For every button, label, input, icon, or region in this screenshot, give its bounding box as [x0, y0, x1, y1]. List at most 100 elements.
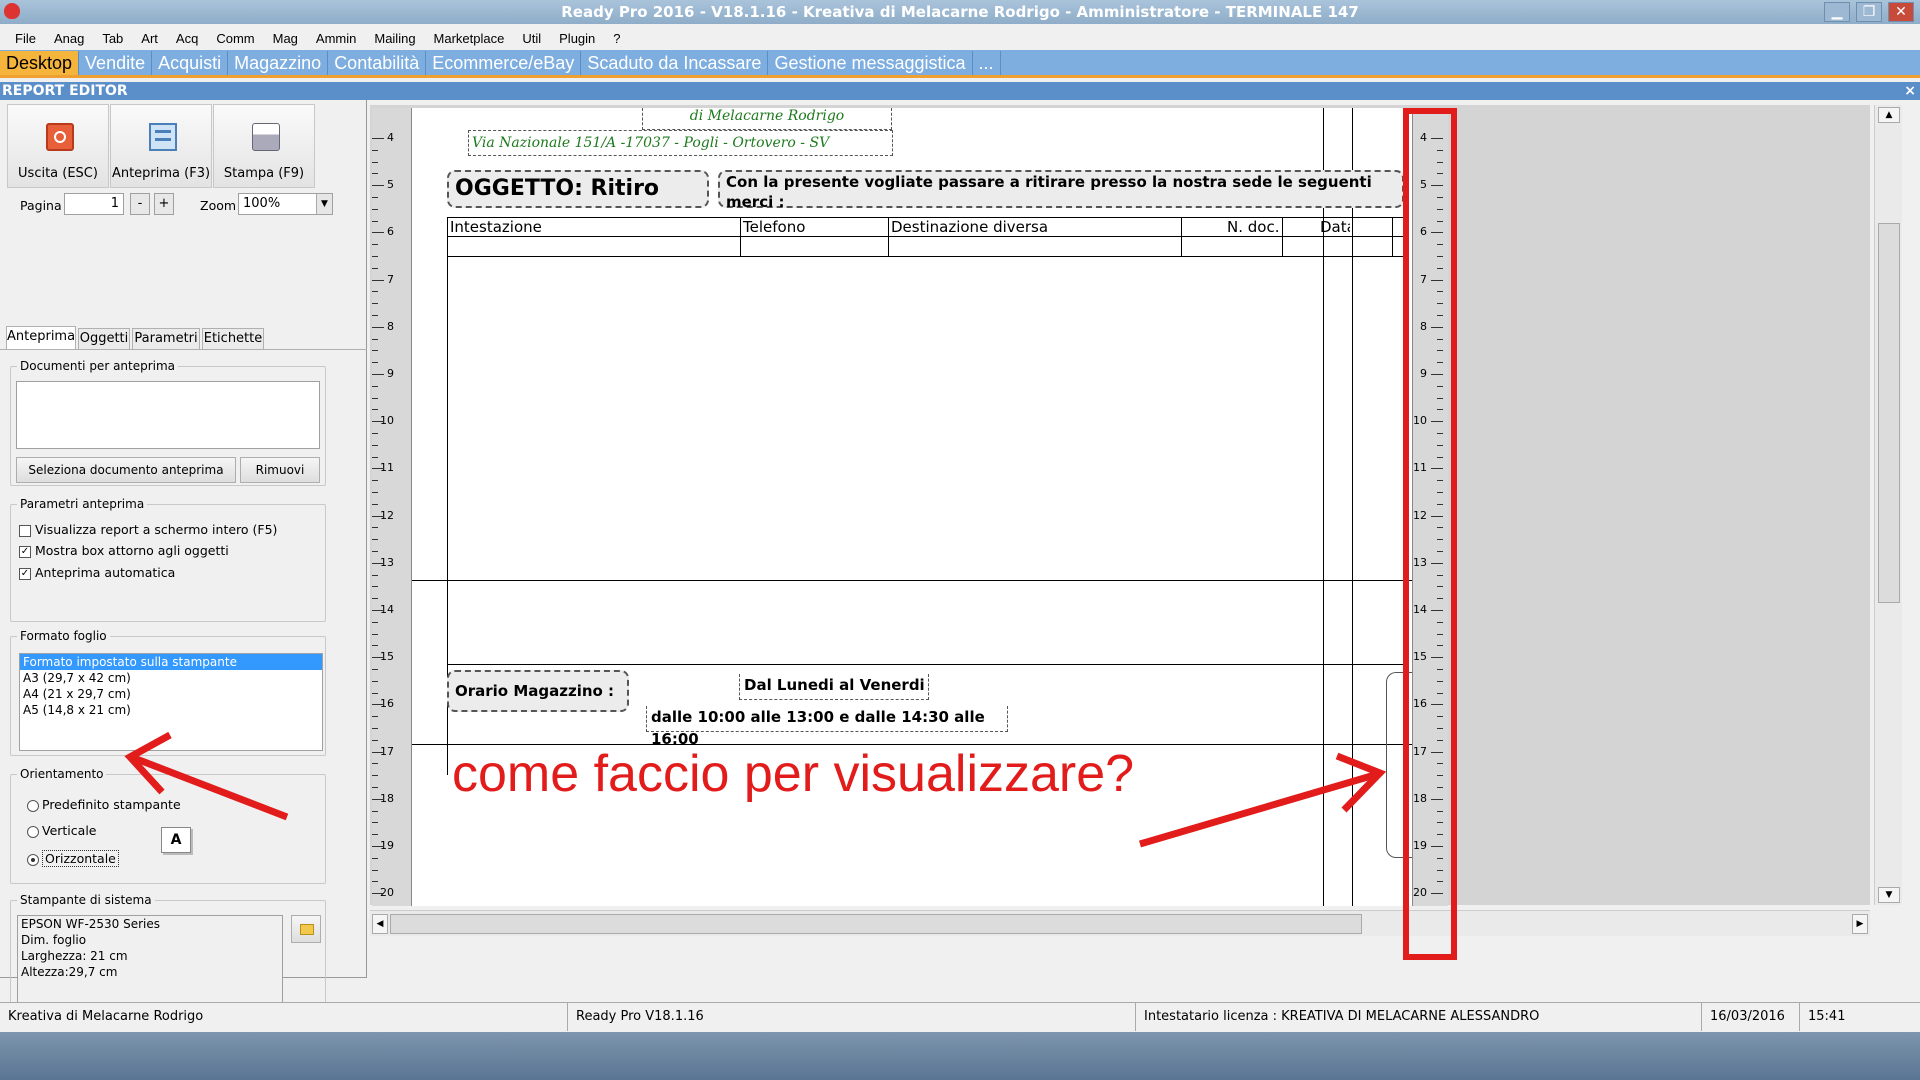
- menu-acq[interactable]: Acq: [167, 31, 207, 46]
- menu-marketplace[interactable]: Marketplace: [425, 31, 514, 46]
- radio-horizontal[interactable]: Orizzontale: [27, 850, 119, 867]
- zoom-select[interactable]: 100% ▼: [238, 193, 333, 215]
- scroll-left-icon[interactable]: ◀: [372, 914, 388, 934]
- days-box[interactable]: Dal Lunedi al Venerdi: [739, 674, 929, 700]
- status-license: Intestatario licenza : KREATIVA DI MELAC…: [1136, 1003, 1702, 1031]
- menu-mailing[interactable]: Mailing: [365, 31, 424, 46]
- col-destinazione[interactable]: Destinazione diversa: [891, 218, 1048, 236]
- ruler-tick: [372, 303, 378, 305]
- ruler-tick: [372, 503, 378, 505]
- checkbox[interactable]: [19, 524, 31, 537]
- ruler-tick: [372, 846, 384, 847]
- pagina-minus-button[interactable]: -: [130, 193, 150, 215]
- ruler-tick: [372, 374, 384, 375]
- opt-show-box[interactable]: ✓ Mostra box attorno agli oggetti: [19, 543, 229, 558]
- intro-text-box[interactable]: Con la presente vogliate passare a ritir…: [718, 170, 1404, 211]
- tab-magazzino[interactable]: Magazzino: [228, 51, 329, 75]
- format-list[interactable]: Formato impostato sulla stampante A3 (29…: [19, 653, 323, 751]
- ruler-tick: [372, 138, 384, 139]
- checkbox-checked[interactable]: ✓: [19, 567, 31, 580]
- radio[interactable]: [27, 825, 39, 838]
- radio-selected[interactable]: [27, 853, 39, 866]
- ruler-tick: [372, 539, 378, 541]
- ruler-tick: [372, 256, 378, 257]
- menu-mag[interactable]: Mag: [264, 31, 307, 46]
- menu-comm[interactable]: Comm: [207, 31, 263, 46]
- menu-anag[interactable]: Anag: [45, 31, 93, 46]
- format-item[interactable]: A5 (14,8 x 21 cm): [20, 702, 322, 718]
- ruler-tick: [372, 161, 378, 163]
- restore-button[interactable]: ❐: [1856, 2, 1882, 22]
- orario-label-box[interactable]: Orario Magazzino :: [447, 670, 629, 712]
- pagina-plus-button[interactable]: +: [154, 193, 174, 215]
- opt-fullscreen[interactable]: Visualizza report a schermo intero (F5): [19, 522, 277, 537]
- exit-button[interactable]: Uscita (ESC): [7, 104, 109, 188]
- zoom-value: 100%: [243, 196, 281, 211]
- tab-contabilita[interactable]: Contabilità: [328, 51, 427, 75]
- folder-button[interactable]: [291, 915, 321, 943]
- menu-file[interactable]: File: [6, 31, 45, 46]
- tab-vendite[interactable]: Vendite: [79, 51, 153, 75]
- ruler-tick: [372, 232, 384, 234]
- address-line[interactable]: Via Nazionale 151/A -17037 - Pogli - Ort…: [468, 130, 893, 156]
- close-button[interactable]: ✕: [1888, 2, 1914, 22]
- scroll-right-icon[interactable]: ▶: [1852, 914, 1868, 934]
- tab-acquisti[interactable]: Acquisti: [152, 51, 229, 75]
- radio-vertical[interactable]: Verticale: [27, 823, 96, 838]
- ruler-tick: [372, 621, 378, 623]
- ruler-tick: [372, 586, 378, 588]
- print-button[interactable]: Stampa (F9): [213, 104, 315, 188]
- font-letter-icon: A: [161, 827, 191, 853]
- exit-label: Uscita (ESC): [18, 166, 98, 181]
- horizontal-scroll-thumb[interactable]: [390, 914, 1362, 934]
- chevron-down-icon[interactable]: ▼: [316, 194, 332, 214]
- radio-default-printer[interactable]: Predefinito stampante: [27, 797, 181, 812]
- horizontal-scrollbar[interactable]: ◀ ▶: [370, 910, 1870, 936]
- title-bar: Ready Pro 2016 - V18.1.16 - Kreativa di …: [0, 0, 1920, 24]
- scroll-down-icon[interactable]: ▼: [1878, 887, 1900, 903]
- ruler-tick: [372, 220, 378, 222]
- pagina-input[interactable]: 1: [64, 193, 124, 215]
- tab-ecommerce[interactable]: Ecommerce/eBay: [426, 51, 582, 75]
- menu-plugin[interactable]: Plugin: [550, 31, 604, 46]
- radio[interactable]: [27, 799, 39, 812]
- tab-more[interactable]: ...: [973, 51, 1001, 75]
- format-item[interactable]: A4 (21 x 29,7 cm): [20, 686, 322, 702]
- company-line[interactable]: di Melacarne Rodrigo: [642, 108, 892, 130]
- menu-tab[interactable]: Tab: [93, 31, 132, 46]
- subtab-parametri[interactable]: Parametri: [132, 328, 200, 350]
- menu-ammin[interactable]: Ammin: [307, 31, 365, 46]
- col-telefono[interactable]: Telefono: [743, 218, 805, 236]
- menu-art[interactable]: Art: [132, 31, 167, 46]
- minimize-button[interactable]: ▁: [1824, 2, 1850, 22]
- format-item[interactable]: Formato impostato sulla stampante: [20, 654, 322, 670]
- tab-scaduto[interactable]: Scaduto da Incassare: [581, 51, 769, 75]
- subtab-etichette[interactable]: Etichette: [202, 328, 264, 350]
- subtab-anteprima[interactable]: Anteprima: [6, 326, 76, 350]
- ruler-tick: [372, 680, 378, 682]
- preview-button[interactable]: Anteprima (F3): [110, 104, 212, 188]
- tab-messaggistica[interactable]: Gestione messaggistica: [768, 51, 973, 75]
- ruler-tick: [372, 881, 378, 883]
- col-intestazione[interactable]: Intestazione: [450, 218, 542, 236]
- menu-util[interactable]: Util: [513, 31, 550, 46]
- remove-document-button[interactable]: Rimuovi: [240, 457, 320, 483]
- checkbox-checked[interactable]: ✓: [19, 545, 31, 558]
- folder-icon: [300, 924, 314, 935]
- col-data[interactable]: Data: [1320, 218, 1350, 236]
- format-item[interactable]: A3 (29,7 x 42 cm): [20, 670, 322, 686]
- opt-auto-preview[interactable]: ✓ Anteprima automatica: [19, 565, 175, 580]
- col-ndoc[interactable]: N. doc.: [1227, 218, 1279, 236]
- docs-list[interactable]: [16, 381, 320, 449]
- oggetto-box[interactable]: OGGETTO: Ritiro: [447, 170, 709, 208]
- vertical-scroll-thumb[interactable]: [1878, 223, 1900, 603]
- select-document-button[interactable]: Seleziona documento anteprima: [16, 457, 236, 483]
- menu-help[interactable]: ?: [604, 31, 629, 46]
- ruler-tick: [372, 751, 384, 753]
- subtab-oggetti[interactable]: Oggetti: [78, 328, 130, 350]
- vertical-scrollbar[interactable]: ▲ ▼: [1874, 105, 1902, 905]
- tab-desktop[interactable]: Desktop: [0, 51, 80, 75]
- report-editor-close-icon[interactable]: ×: [1904, 82, 1916, 100]
- hours-box[interactable]: dalle 10:00 alle 13:00 e dalle 14:30 all…: [646, 706, 1008, 748]
- scroll-up-icon[interactable]: ▲: [1878, 107, 1900, 123]
